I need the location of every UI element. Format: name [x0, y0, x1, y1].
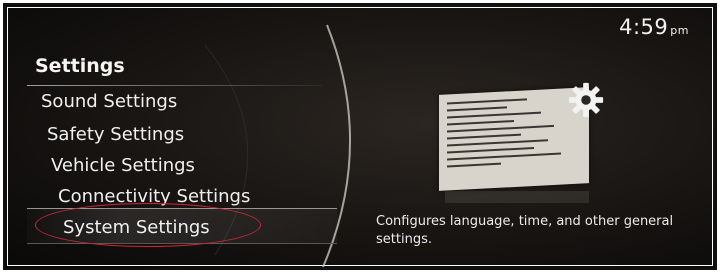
preview-reflection — [445, 191, 589, 203]
menu-item-sound-settings[interactable]: Sound Settings — [41, 91, 177, 112]
menu-title: Settings — [35, 55, 125, 77]
gear-icon — [568, 82, 604, 118]
menu-item-safety-settings[interactable]: Safety Settings — [47, 124, 184, 145]
title-divider — [27, 85, 322, 86]
menu-item-system-settings[interactable]: System Settings — [63, 217, 210, 238]
setting-description: Configures language, time, and other gen… — [376, 214, 674, 247]
menu-item-connectivity-settings[interactable]: Connectivity Settings — [58, 186, 250, 207]
menu-item-vehicle-settings[interactable]: Vehicle Settings — [51, 155, 195, 176]
infotainment-screen: 4:59 pm Settings Sound Settings Safety Se… — [3, 3, 717, 270]
